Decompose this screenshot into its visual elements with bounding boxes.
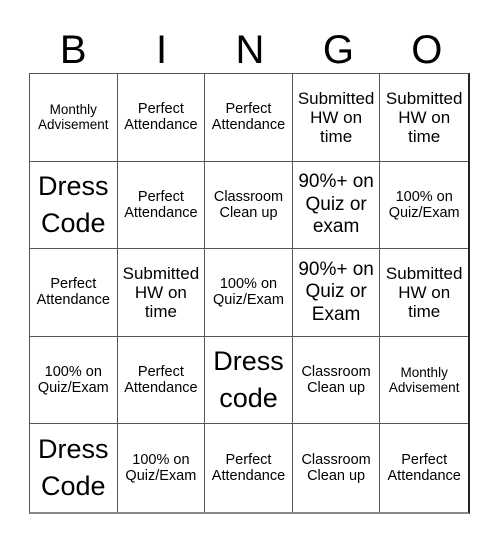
header-letter-o: O — [411, 28, 443, 72]
bingo-cell[interactable]: Dress Code — [30, 161, 118, 250]
cell-text: 100% on Quiz/Exam — [125, 451, 197, 485]
bingo-cell[interactable]: 90%+ on Quiz or exam — [292, 161, 381, 250]
bingo-cell[interactable]: 90%+ on Quiz or Exam — [292, 249, 381, 337]
bingo-cell[interactable]: 100% on Quiz/Exam — [380, 162, 468, 250]
bingo-cell[interactable]: Submitted HW on time — [292, 74, 381, 162]
bingo-cell[interactable]: Perfect Attendance — [117, 161, 206, 250]
bingo-cell[interactable]: Dress Code — [30, 424, 118, 512]
cell-text: 100% on Quiz/Exam — [37, 363, 109, 397]
cell-text: Dress Code — [38, 170, 109, 238]
header-letter-b: B — [59, 28, 87, 72]
cell-text: Classroom Clean up — [301, 451, 371, 485]
bingo-cell[interactable]: Classroom Clean up — [293, 424, 381, 512]
cell-text: Submitted HW on time — [385, 88, 463, 146]
cell-text: 100% on Quiz/Exam — [213, 276, 284, 309]
bingo-header: B I N G O — [29, 28, 471, 73]
header-letter-i: I — [156, 28, 168, 72]
bingo-cell[interactable]: Monthly Advisement — [30, 74, 118, 162]
cell-text: Perfect Attendance — [36, 276, 110, 309]
header-letter-n: N — [235, 28, 265, 72]
cell-text: Classroom Clean up — [213, 188, 284, 221]
cell-text: Classroom Clean up — [301, 363, 371, 397]
bingo-cell[interactable]: Perfect Attendance — [30, 249, 118, 337]
cell-text: Perfect Attendance — [124, 101, 198, 134]
cell-text: Dress code — [213, 345, 284, 414]
cell-text: Perfect Attendance — [211, 101, 286, 134]
cell-text: Submitted HW on time — [297, 88, 375, 146]
cell-text: Perfect Attendance — [124, 363, 198, 397]
cell-text: 100% on Quiz/Exam — [388, 188, 460, 221]
bingo-cell[interactable]: 100% on Quiz/Exam — [118, 424, 206, 512]
bingo-cell[interactable]: Perfect Attendance — [205, 74, 293, 162]
bingo-cell[interactable]: Perfect Attendance — [117, 336, 206, 425]
cell-text: 90%+ on Quiz or Exam — [298, 258, 374, 325]
cell-text: Perfect Attendance — [387, 451, 461, 485]
cell-text: Perfect Attendance — [124, 188, 198, 221]
cell-text: Dress Code — [38, 433, 109, 502]
cell-text: Submitted HW on time — [385, 263, 463, 321]
bingo-cell[interactable]: Classroom Clean up — [205, 161, 293, 250]
cell-text: Perfect Attendance — [211, 451, 286, 485]
header-letter-g: G — [322, 28, 354, 72]
bingo-cell[interactable]: Monthly Advisement — [380, 337, 468, 425]
cell-text: Submitted HW on time — [122, 263, 200, 321]
bingo-cell[interactable]: Classroom Clean up — [292, 336, 381, 425]
bingo-cell[interactable]: 100% on Quiz/Exam — [30, 336, 118, 425]
bingo-cell[interactable]: Submitted HW on time — [380, 74, 468, 162]
bingo-cell[interactable]: Dress code — [205, 336, 293, 425]
bingo-cell[interactable]: Perfect Attendance — [117, 74, 206, 162]
bingo-cell[interactable]: Submitted HW on time — [380, 249, 468, 337]
bingo-cell[interactable]: Perfect Attendance — [380, 424, 468, 512]
bingo-board: Monthly Advisement Perfect Attendance Pe… — [29, 73, 470, 514]
cell-text: 90%+ on Quiz or exam — [298, 171, 374, 238]
cell-text: Monthly Advisement — [388, 364, 460, 396]
bingo-cell[interactable]: Perfect Attendance — [205, 424, 293, 512]
cell-text: Monthly Advisement — [38, 102, 109, 133]
bingo-cell[interactable]: Submitted HW on time — [117, 249, 206, 337]
bingo-cell[interactable]: 100% on Quiz/Exam — [205, 249, 293, 337]
